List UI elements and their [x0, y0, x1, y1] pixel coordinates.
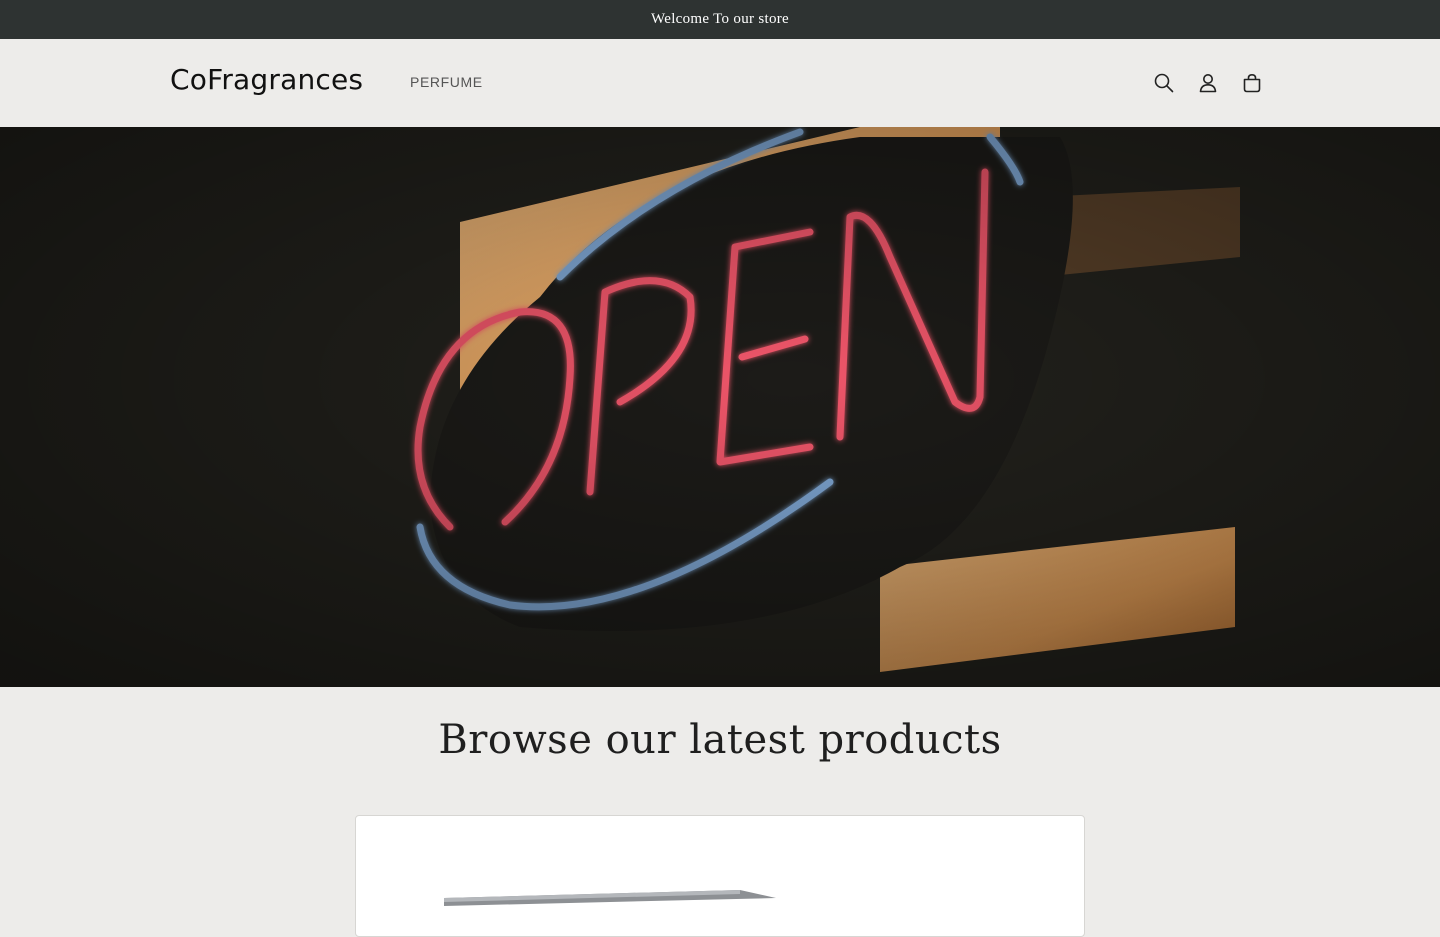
cart-button[interactable]	[1238, 69, 1266, 97]
announcement-bar: Welcome To our store	[0, 0, 1440, 39]
hero-image-open-neon-sign	[0, 127, 1440, 687]
search-button[interactable]	[1150, 69, 1178, 97]
account-icon	[1199, 74, 1217, 93]
cart-icon	[1243, 73, 1261, 93]
product-image	[444, 890, 776, 906]
nav-item-perfume[interactable]: PERFUME	[410, 74, 483, 90]
site-header: CoFragrances PERFUME	[0, 39, 1440, 127]
account-button[interactable]	[1194, 69, 1222, 97]
product-card[interactable]	[355, 815, 1085, 937]
store-logo[interactable]: CoFragrances	[170, 63, 363, 96]
hero-banner	[0, 127, 1440, 687]
search-icon	[1154, 73, 1174, 93]
announcement-text: Welcome To our store	[650, 11, 789, 27]
products-section-title: Browse our latest products	[438, 717, 1002, 763]
